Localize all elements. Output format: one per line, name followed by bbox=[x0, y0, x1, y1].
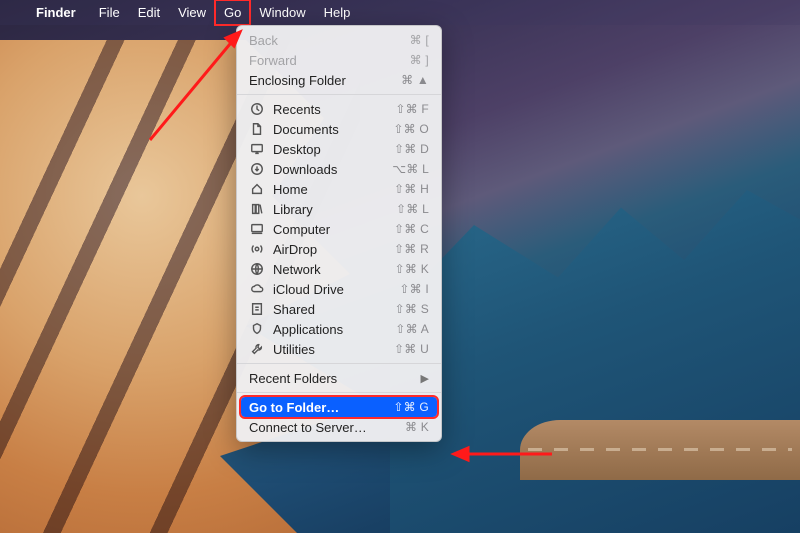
menuitem-label: Applications bbox=[273, 322, 386, 337]
menuitem-label: Downloads bbox=[273, 162, 383, 177]
menubar-appname[interactable]: Finder bbox=[30, 5, 82, 20]
menuitem-label: AirDrop bbox=[273, 242, 385, 257]
menuitem-label: Library bbox=[273, 202, 387, 217]
menuitem-shortcut: ⇧⌘ I bbox=[399, 282, 429, 296]
menuitem-label: Documents bbox=[273, 122, 384, 137]
menuitem-airdrop[interactable]: AirDrop ⇧⌘ R bbox=[237, 239, 441, 259]
menuitem-shortcut: ⇧⌘ O bbox=[393, 122, 429, 136]
macos-desktop: Finder File Edit View Go Window Help Bac… bbox=[0, 0, 800, 533]
chevron-right-icon: ▶ bbox=[421, 372, 429, 385]
wallpaper-shape bbox=[520, 420, 800, 480]
computer-icon bbox=[249, 222, 264, 236]
menuitem-applications[interactable]: Applications ⇧⌘ A bbox=[237, 319, 441, 339]
menuitem-documents[interactable]: Documents ⇧⌘ O bbox=[237, 119, 441, 139]
menuitem-desktop[interactable]: Desktop ⇧⌘ D bbox=[237, 139, 441, 159]
menuitem-shortcut: ⇧⌘ F bbox=[395, 102, 429, 116]
home-icon bbox=[249, 182, 264, 196]
menuitem-recent-folders[interactable]: Recent Folders ▶ bbox=[237, 368, 441, 388]
menuitem-shortcut: ⇧⌘ U bbox=[394, 342, 429, 356]
menu-go[interactable]: Go bbox=[215, 0, 250, 25]
menuitem-shortcut: ⌥⌘ L bbox=[392, 162, 429, 176]
wallpaper-shape bbox=[390, 190, 800, 533]
airdrop-icon bbox=[249, 242, 264, 256]
network-icon bbox=[249, 262, 264, 276]
menuitem-network[interactable]: Network ⇧⌘ K bbox=[237, 259, 441, 279]
menuitem-library[interactable]: Library ⇧⌘ L bbox=[237, 199, 441, 219]
menuitem-shortcut: ⇧⌘ S bbox=[395, 302, 429, 316]
menuitem-shared[interactable]: Shared ⇧⌘ S bbox=[237, 299, 441, 319]
download-icon bbox=[249, 162, 264, 176]
menuitem-shortcut: ⇧⌘ H bbox=[394, 182, 429, 196]
menuitem-shortcut: ⇧⌘ C bbox=[394, 222, 429, 236]
menu-separator bbox=[237, 363, 441, 364]
menuitem-enclosing-folder[interactable]: Enclosing Folder ⌘ ▲ bbox=[237, 70, 441, 90]
apps-icon bbox=[249, 322, 264, 336]
menuitem-recents[interactable]: Recents ⇧⌘ F bbox=[237, 99, 441, 119]
menu-help[interactable]: Help bbox=[315, 0, 360, 25]
menuitem-shortcut: ⇧⌘ R bbox=[394, 242, 429, 256]
menuitem-go-to-folder[interactable]: Go to Folder… ⇧⌘ G bbox=[241, 397, 437, 417]
desktop-icon bbox=[249, 142, 264, 156]
menu-window[interactable]: Window bbox=[250, 0, 314, 25]
menu-edit[interactable]: Edit bbox=[129, 0, 169, 25]
menuitem-label: Shared bbox=[273, 302, 386, 317]
icloud-icon bbox=[249, 282, 264, 296]
menuitem-label: Network bbox=[273, 262, 386, 277]
menuitem-label: Computer bbox=[273, 222, 385, 237]
menuitem-label: Desktop bbox=[273, 142, 385, 157]
menuitem-forward: Forward ⌘ ] bbox=[237, 50, 441, 70]
menu-view[interactable]: View bbox=[169, 0, 215, 25]
menuitem-computer[interactable]: Computer ⇧⌘ C bbox=[237, 219, 441, 239]
doc-icon bbox=[249, 122, 264, 136]
menuitem-label: Recents bbox=[273, 102, 386, 117]
menuitem-shortcut: ⇧⌘ L bbox=[396, 202, 429, 216]
menuitem-back: Back ⌘ [ bbox=[237, 30, 441, 50]
menuitem-connect-to-server[interactable]: Connect to Server… ⌘ K bbox=[237, 417, 441, 437]
menuitem-icloud-drive[interactable]: iCloud Drive ⇧⌘ I bbox=[237, 279, 441, 299]
menuitem-shortcut: ⇧⌘ K bbox=[395, 262, 429, 276]
menuitem-utilities[interactable]: Utilities ⇧⌘ U bbox=[237, 339, 441, 359]
menu-separator bbox=[237, 392, 441, 393]
utilities-icon bbox=[249, 342, 264, 356]
menuitem-label: Utilities bbox=[273, 342, 385, 357]
menuitem-downloads[interactable]: Downloads ⌥⌘ L bbox=[237, 159, 441, 179]
go-menu-dropdown: Back ⌘ [ Forward ⌘ ] Enclosing Folder ⌘ … bbox=[236, 25, 442, 442]
menuitem-shortcut: ⇧⌘ A bbox=[395, 322, 429, 336]
clock-icon bbox=[249, 102, 264, 116]
menubar: Finder File Edit View Go Window Help bbox=[0, 0, 800, 25]
menuitem-label: Home bbox=[273, 182, 385, 197]
menuitem-shortcut: ⇧⌘ D bbox=[394, 142, 429, 156]
menu-file[interactable]: File bbox=[90, 0, 129, 25]
library-icon bbox=[249, 202, 264, 216]
shared-icon bbox=[249, 302, 264, 316]
menuitem-home[interactable]: Home ⇧⌘ H bbox=[237, 179, 441, 199]
menuitem-label: iCloud Drive bbox=[273, 282, 390, 297]
menu-separator bbox=[237, 94, 441, 95]
